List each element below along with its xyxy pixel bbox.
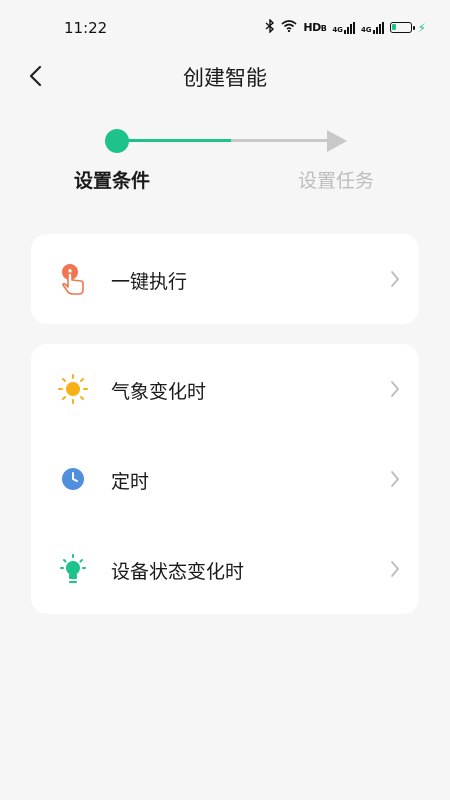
list-item-label: 定时	[111, 471, 150, 493]
step-label-tasks[interactable]: 设置任务	[298, 166, 374, 193]
auto-trigger-card: 气象变化时 定时 设备状态变化时	[31, 344, 419, 614]
sun-icon	[57, 373, 89, 405]
list-item-label: 一键执行	[111, 271, 188, 293]
list-item-one-click[interactable]: 一键执行	[31, 234, 419, 324]
step-label-conditions[interactable]: 设置条件	[74, 166, 150, 193]
battery-icon	[389, 22, 415, 33]
bluetooth-icon	[265, 18, 275, 36]
network-hd-label: HDB	[303, 21, 327, 34]
signal-1: 4G	[332, 21, 355, 34]
stepper	[105, 127, 347, 155]
list-item-label: 设备状态变化时	[111, 561, 245, 583]
chevron-right-icon	[391, 561, 399, 577]
signal-2: 4G	[361, 21, 384, 34]
wifi-icon	[281, 20, 297, 35]
charging-icon: ⚡	[417, 20, 426, 35]
status-time: 11:22	[64, 19, 108, 37]
page-title: 创建智能	[183, 66, 267, 90]
status-icons: HDB 4G 4G ⚡	[265, 18, 426, 36]
status-bar: 11:22 HDB 4G 4G ⚡	[0, 0, 450, 56]
clock-icon	[57, 463, 89, 495]
chevron-right-icon	[391, 381, 399, 397]
chevron-right-icon	[391, 271, 399, 287]
manual-trigger-card: 一键执行	[31, 234, 419, 324]
stepper-remaining-line	[231, 139, 329, 142]
stepper-arrow-icon	[327, 130, 347, 152]
bulb-icon	[57, 553, 89, 585]
list-item-label: 气象变化时	[111, 381, 207, 403]
stepper-current-dot	[105, 129, 129, 153]
battery-fill	[391, 24, 396, 30]
stepper-progress-line	[117, 139, 231, 142]
list-item-device-state[interactable]: 设备状态变化时	[31, 524, 419, 614]
list-item-weather[interactable]: 气象变化时	[31, 344, 419, 434]
chevron-right-icon	[391, 471, 399, 487]
list-item-timer[interactable]: 定时	[31, 434, 419, 524]
tap-hand-icon	[57, 263, 89, 295]
